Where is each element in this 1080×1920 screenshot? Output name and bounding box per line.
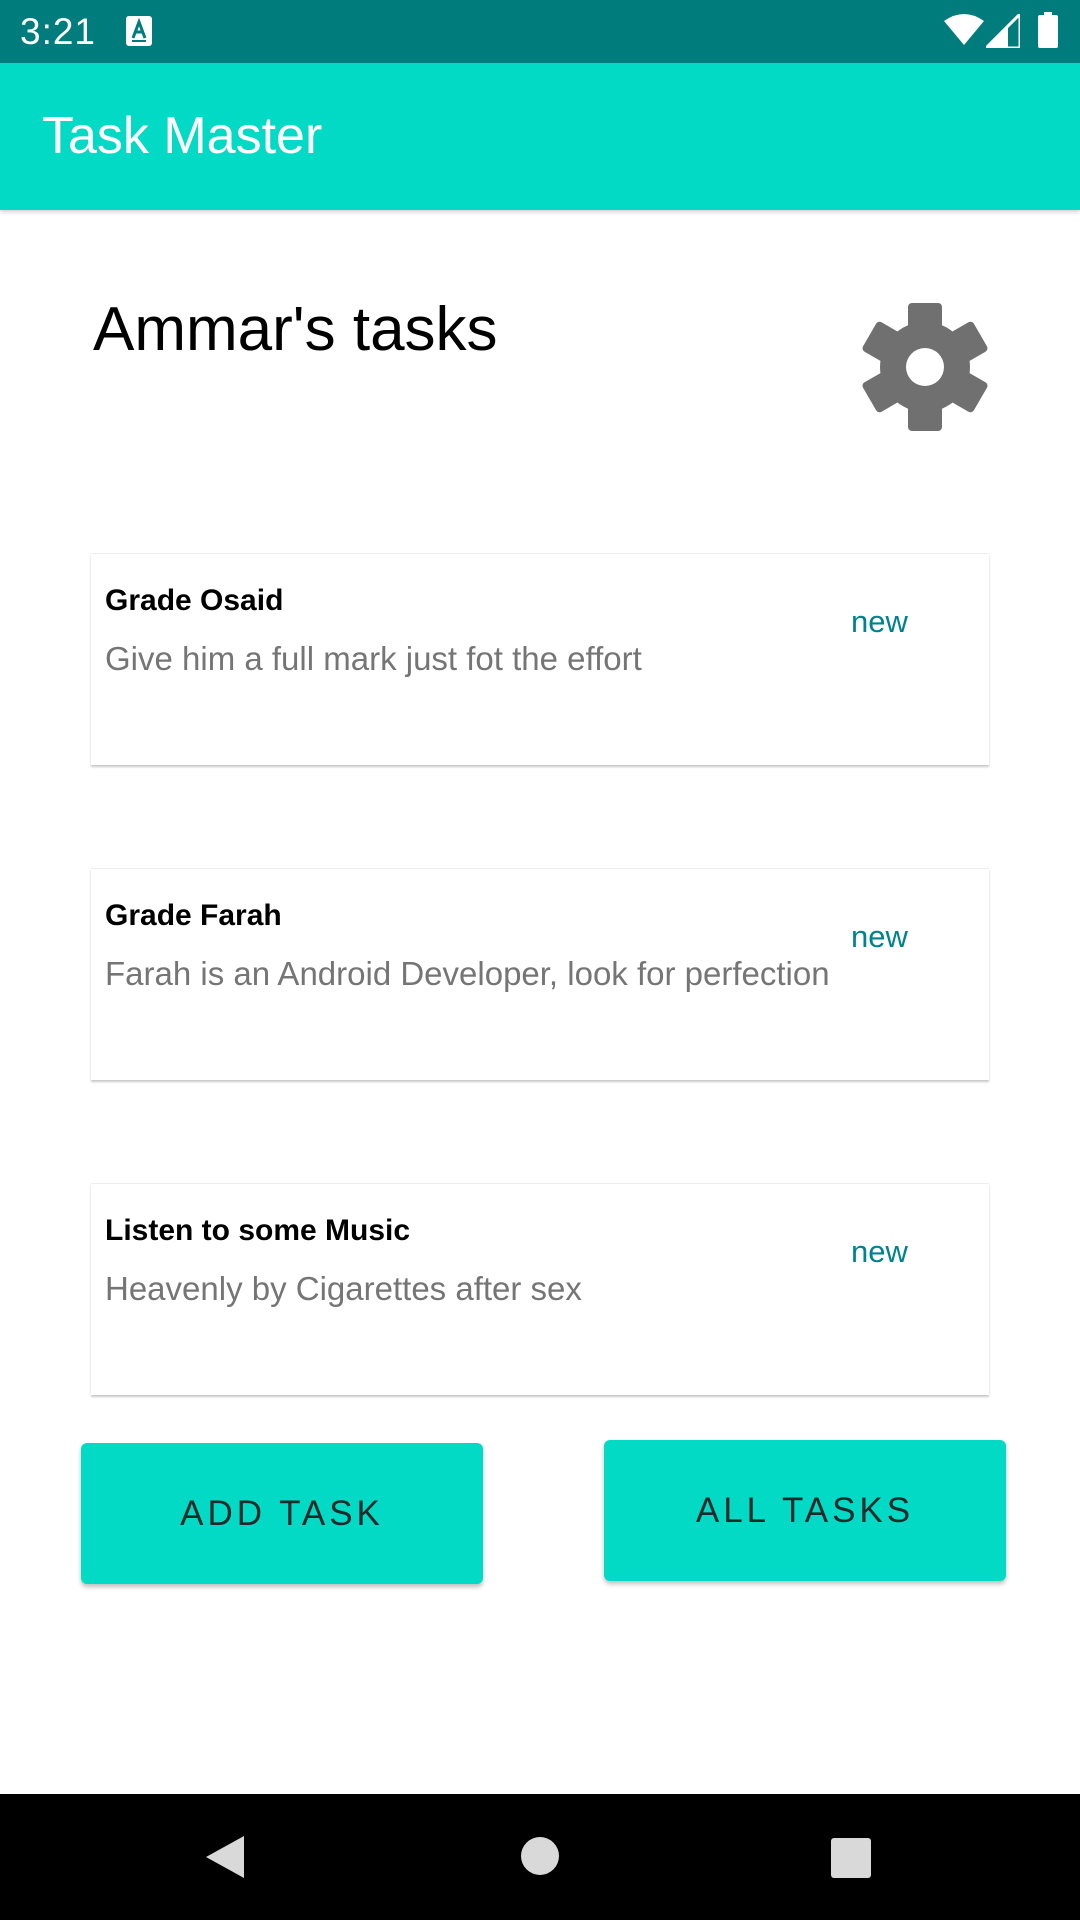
task-title: Grade Osaid bbox=[105, 584, 284, 617]
app-title: Task Master bbox=[42, 107, 323, 165]
task-card[interactable]: Grade Farah Farah is an Android Develope… bbox=[91, 868, 989, 1080]
all-tasks-button[interactable]: ALL TASKS bbox=[604, 1440, 1006, 1581]
keyboard-a-icon bbox=[126, 16, 152, 46]
settings-button[interactable] bbox=[860, 300, 990, 435]
navigation-bar bbox=[0, 1794, 1080, 1920]
recents-icon[interactable] bbox=[831, 1838, 871, 1878]
task-state: new bbox=[851, 1234, 908, 1269]
task-state: new bbox=[851, 919, 908, 954]
task-card[interactable]: Listen to some Music Heavenly by Cigaret… bbox=[91, 1183, 989, 1395]
signal-icon bbox=[986, 14, 1020, 48]
page-title: Ammar's tasks bbox=[93, 295, 498, 364]
task-title: Listen to some Music bbox=[105, 1214, 411, 1247]
app-bar: Task Master bbox=[0, 63, 1080, 210]
status-bar: 3:21 bbox=[0, 0, 1080, 63]
task-body: Heavenly by Cigarettes after sex bbox=[105, 1270, 582, 1307]
task-body: Give him a full mark just fot the effort bbox=[105, 640, 642, 677]
task-body: Farah is an Android Developer, look for … bbox=[105, 955, 830, 992]
home-icon[interactable] bbox=[520, 1836, 560, 1876]
status-time: 3:21 bbox=[20, 11, 97, 52]
add-task-button[interactable]: ADD TASK bbox=[81, 1443, 483, 1584]
gear-icon bbox=[862, 303, 988, 431]
task-state: new bbox=[851, 604, 908, 639]
task-card[interactable]: Grade Osaid Give him a full mark just fo… bbox=[91, 553, 989, 765]
task-title: Grade Farah bbox=[105, 899, 282, 932]
battery-icon bbox=[1038, 12, 1058, 48]
back-icon[interactable] bbox=[204, 1834, 246, 1880]
wifi-icon bbox=[944, 14, 984, 45]
